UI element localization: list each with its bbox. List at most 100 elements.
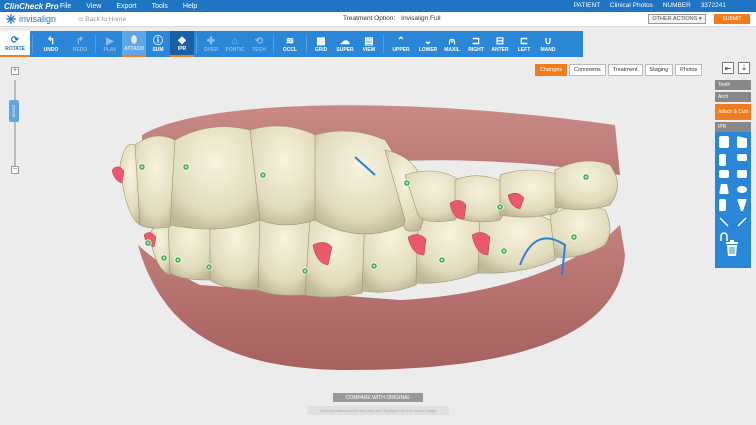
submit-button[interactable]: SUBMIT: [714, 14, 750, 24]
undo-label: UNDO: [43, 46, 59, 53]
menu-file[interactable]: File: [60, 3, 71, 10]
zoom-in-button[interactable]: +: [11, 67, 19, 75]
attachment-tall-icon[interactable]: [719, 199, 726, 211]
menu-export[interactable]: Export: [116, 3, 136, 10]
menu-help[interactable]: Help: [183, 3, 197, 10]
arch-button[interactable]: Arch: [715, 92, 751, 102]
occl-icon: ≋: [285, 35, 295, 47]
grid-label: GRID: [314, 46, 328, 53]
maxil-button[interactable]: ⩀ MAXIL: [440, 31, 464, 57]
attachment-trapezoid-icon[interactable]: [719, 184, 729, 194]
menu-tools[interactable]: Tools: [152, 3, 168, 10]
pontic-icon: ⌂: [231, 35, 239, 47]
tech-icon: ⟲: [254, 35, 264, 47]
dental-model-viewport[interactable]: [100, 95, 640, 375]
undo-button[interactable]: ↰ UNDO: [35, 31, 67, 57]
mand-icon: ∪: [544, 35, 552, 47]
toolbar-separator: [32, 35, 33, 53]
ipr-icon: ◆: [178, 34, 186, 46]
logo-text: invisalign: [19, 14, 57, 24]
other-actions-button[interactable]: OTHER ACTIONS ▾: [648, 14, 706, 24]
tab-photos[interactable]: Photos: [675, 64, 703, 76]
trash-icon[interactable]: [725, 240, 739, 261]
redo-button[interactable]: ↱ REDO: [67, 31, 93, 57]
upper-button[interactable]: ⌃ UPPER: [386, 31, 416, 57]
sum-label: SUM: [152, 46, 164, 53]
ipr-button[interactable]: ◆ IPR: [170, 31, 194, 57]
occl-button[interactable]: ≋ OCCL: [276, 31, 304, 57]
maxil-label: MAXIL: [444, 46, 460, 53]
grid-button[interactable]: ▦ GRID: [309, 31, 333, 57]
cut-slash-icon[interactable]: [719, 217, 729, 227]
pontic-button[interactable]: ⌂ PONTIC: [223, 31, 247, 57]
attachment-taper-icon[interactable]: [737, 199, 747, 211]
attachment-bevel-icon[interactable]: [737, 136, 747, 148]
attachment-square-icon[interactable]: [719, 170, 729, 178]
mand-button[interactable]: ∪ MAND: [536, 31, 560, 57]
toolbar-separator: [196, 35, 197, 53]
play-label: PLAY: [103, 46, 117, 53]
treatment-option: Treatment Option: Invisalign Full: [343, 15, 441, 22]
toolbar-separator: [273, 35, 274, 53]
menu-view[interactable]: View: [86, 3, 101, 10]
attachment-ellipse-icon[interactable]: [737, 186, 747, 193]
menu-bar: File View Export Tools Help: [60, 3, 212, 10]
anter-icon: ⊟: [495, 35, 505, 47]
collapse-panel-icon[interactable]: ⇤: [722, 62, 734, 74]
super-button[interactable]: ☁ SUPER: [333, 31, 357, 57]
attachment-wide-icon[interactable]: [737, 170, 747, 178]
left-label: LEFT: [517, 46, 531, 53]
rotate-icon: ⟳: [10, 34, 20, 46]
ipr-button[interactable]: IPR: [715, 122, 751, 132]
attach-cuts-button[interactable]: Attach & Cuts: [715, 104, 751, 120]
zoom-slider-track[interactable]: [14, 80, 16, 168]
tab-bar: Changes Comments Treatment Staging Photos: [535, 64, 703, 76]
status-note: Selected attachments and cuts are displa…: [307, 406, 449, 415]
anter-button[interactable]: ⊟ ANTER: [488, 31, 512, 57]
attachment-narrow-icon[interactable]: [719, 154, 726, 166]
lower-button[interactable]: ⌄ LOWER: [416, 31, 440, 57]
zoom-slider-handle[interactable]: ZOOM: [9, 99, 19, 122]
sum-icon: ⓘ: [153, 35, 163, 47]
right-icon: ⊐: [471, 35, 481, 47]
tab-comments[interactable]: Comments: [569, 64, 606, 76]
compare-with-original-button[interactable]: COMPARE WITH ORIGINAL: [333, 393, 423, 402]
zoom-out-button[interactable]: −: [11, 166, 19, 174]
download-icon[interactable]: ⤓: [738, 62, 750, 74]
teeth-button[interactable]: Teeth: [715, 80, 751, 90]
mand-label: MAND: [540, 46, 556, 53]
attach-button[interactable]: ⬮ ATTACH: [122, 31, 146, 57]
anter-label: ANTER: [491, 46, 509, 53]
panel-controls: ⇤ ⤓: [722, 62, 750, 74]
sum-button[interactable]: ⓘ SUM: [146, 31, 170, 57]
rotate-button[interactable]: ⟳ ROTATE: [0, 31, 30, 57]
tab-changes[interactable]: Changes: [535, 64, 568, 76]
undo-icon: ↰: [46, 35, 56, 47]
play-button[interactable]: ▶ PLAY: [98, 31, 122, 57]
lower-icon: ⌄: [423, 35, 433, 47]
attachment-horizontal-icon[interactable]: [737, 154, 747, 161]
pontic-label: PONTIC: [225, 46, 245, 53]
left-button[interactable]: ⊏ LEFT: [512, 31, 536, 57]
occl-label: OCCL: [282, 46, 298, 53]
back-to-home-label: Back to Home: [85, 16, 127, 23]
tech-button[interactable]: ⟲ TECH: [247, 31, 271, 57]
patient-info: PATIENT Clinical Photos NUMBER 3372241: [566, 2, 726, 9]
tab-staging[interactable]: Staging: [644, 64, 674, 76]
over-button[interactable]: ✚ OVER: [199, 31, 223, 57]
super-icon: ☁: [340, 35, 350, 47]
right-button[interactable]: ⊐ RIGHT: [464, 31, 488, 57]
view-button[interactable]: ▤ VIEW: [357, 31, 381, 57]
patient-label: PATIENT: [573, 2, 601, 9]
back-to-home-link[interactable]: ⊙ Back to Home: [78, 15, 126, 23]
treatment-value[interactable]: Invisalign Full: [401, 15, 440, 22]
maxil-icon: ⩀: [448, 35, 456, 47]
toolbar-separator: [306, 35, 307, 53]
header-bar: invisalign ⊙ Back to Home Treatment Opti…: [0, 12, 756, 27]
tech-label: TECH: [252, 46, 266, 53]
redo-icon: ↱: [75, 35, 85, 47]
rotate-label: ROTATE: [5, 45, 25, 52]
attachment-rect-vertical-icon[interactable]: [719, 136, 729, 148]
tab-treatment[interactable]: Treatment: [607, 64, 643, 76]
cut-backslash-icon[interactable]: [737, 217, 747, 227]
